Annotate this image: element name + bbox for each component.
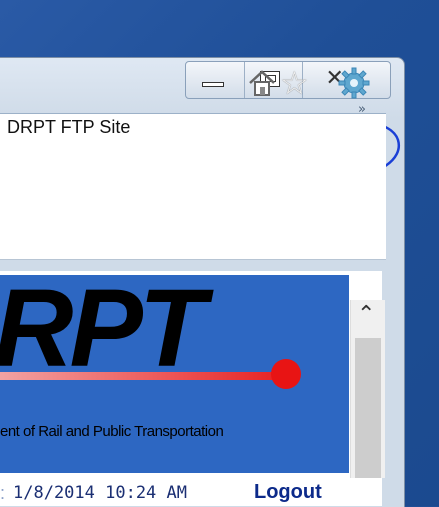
tab-title[interactable]: DRPT FTP Site [7,117,130,138]
gear-icon[interactable] [337,66,371,100]
lead-mark: : [0,483,6,503]
login-timestamp: 1/8/2014 10:24 AM [13,483,187,503]
drpt-banner: RPT ent of Rail and Public Transportatio… [0,275,349,473]
session-status: : 1/8/2014 10:24 AM Logout [0,481,360,505]
home-icon[interactable] [247,68,277,98]
tab-overflow-chevron[interactable]: » [358,102,366,117]
banner-rail-line [0,372,290,380]
star-icon[interactable]: ☆ [280,64,309,102]
minimize-button[interactable] [186,62,245,98]
scroll-thumb[interactable] [355,338,381,478]
banner-subtitle: ent of Rail and Public Transportation [0,423,224,440]
logout-link[interactable]: Logout [254,481,322,504]
minimize-icon [202,82,224,87]
command-bar-icons: ☆ [247,64,397,106]
vertical-scrollbar[interactable]: ⌃ [350,300,385,478]
banner-dot [271,359,301,389]
scroll-up-icon[interactable]: ⌃ [357,302,375,327]
